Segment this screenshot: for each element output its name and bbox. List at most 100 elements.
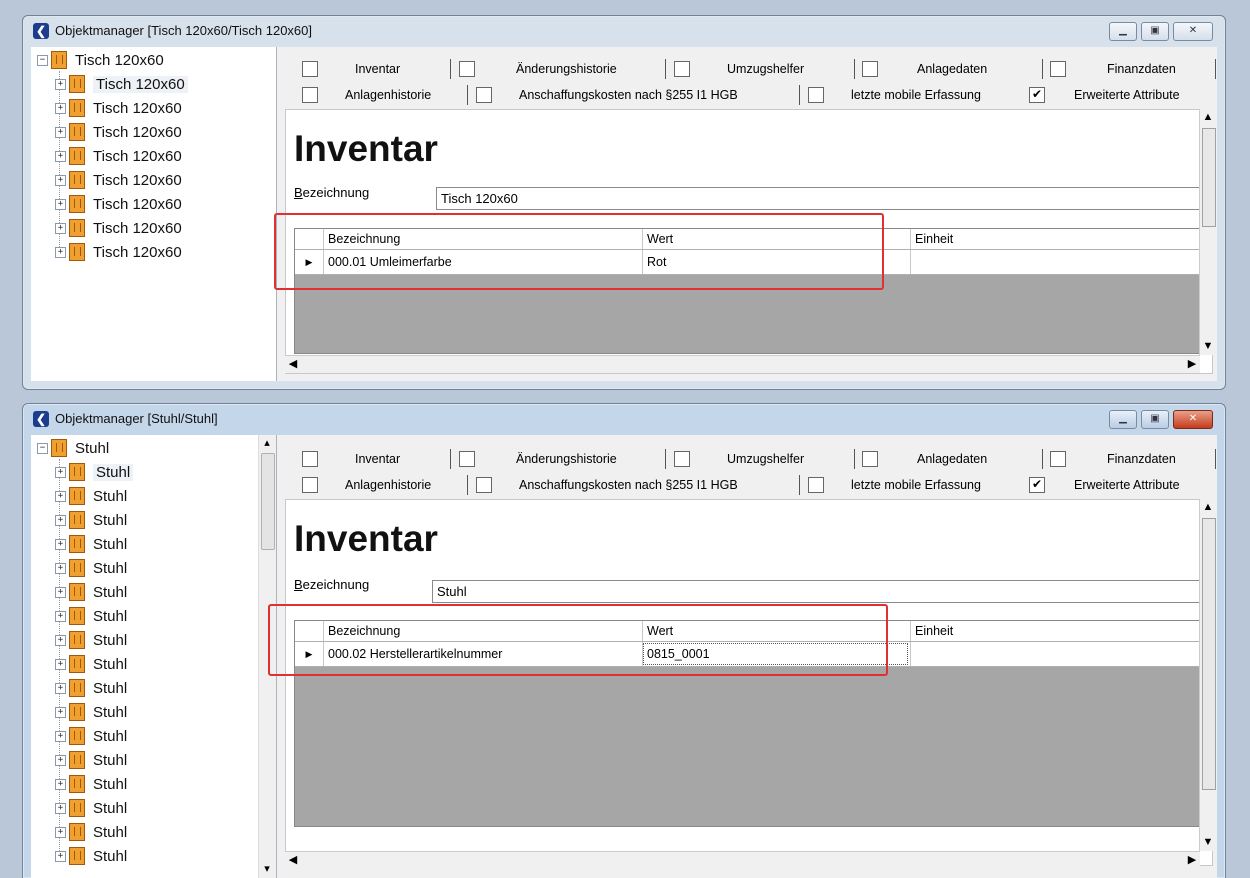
column-header-einheit[interactable]: Einheit bbox=[910, 229, 1211, 249]
tree-item[interactable]: + Stuhl bbox=[55, 509, 127, 531]
object-tree[interactable]: ▴ ▾ − Stuhl + Stuhl + Stuhl + Stuhl + Stuhl + Stuhl… bbox=[31, 435, 277, 878]
tree-item[interactable]: + Tisch 120x60 bbox=[55, 193, 182, 215]
horizontal-scrollbar[interactable]: ◀ ▶ bbox=[285, 851, 1200, 869]
tree-expand-icon[interactable]: + bbox=[55, 826, 66, 838]
tree-expand-icon[interactable]: + bbox=[55, 634, 66, 646]
tab-r2-3[interactable]: ✔ Erweiterte Attribute bbox=[1029, 473, 1180, 497]
minimize-button[interactable]: ▁ bbox=[1109, 22, 1137, 41]
checkbox-checked-icon[interactable]: ✔ bbox=[1029, 477, 1045, 493]
tree-expand-icon[interactable]: + bbox=[55, 246, 66, 258]
checkbox-icon[interactable] bbox=[302, 87, 318, 103]
tab-r1-3[interactable]: Anlagedaten bbox=[862, 57, 987, 81]
tab-r1-0[interactable]: Inventar bbox=[302, 57, 400, 81]
tree-item[interactable]: + Stuhl bbox=[55, 533, 127, 555]
tree-expand-icon[interactable]: + bbox=[55, 174, 66, 186]
tree-item[interactable]: + Stuhl bbox=[55, 557, 127, 579]
checkbox-icon[interactable] bbox=[459, 61, 475, 77]
tree-expand-icon[interactable]: + bbox=[55, 730, 66, 742]
tree-item[interactable]: + Stuhl bbox=[55, 629, 127, 651]
tree-item[interactable]: + Tisch 120x60 bbox=[55, 169, 182, 191]
minimize-button[interactable]: ▁ bbox=[1109, 410, 1137, 429]
checkbox-checked-icon[interactable]: ✔ bbox=[1029, 87, 1045, 103]
tree-expand-icon[interactable]: + bbox=[55, 78, 66, 90]
bezeichnung-input[interactable]: Stuhl bbox=[432, 580, 1212, 603]
maximize-button[interactable]: ▣ bbox=[1141, 22, 1169, 41]
tab-r2-1[interactable]: Anschaffungskosten nach §255 I1 HGB bbox=[476, 473, 738, 497]
tree-expand-icon[interactable]: + bbox=[55, 802, 66, 814]
tree-expand-icon[interactable]: + bbox=[55, 610, 66, 622]
object-tree[interactable]: − Tisch 120x60 + Tisch 120x60 + Tisch 120x60 +… bbox=[31, 47, 277, 381]
scroll-up-icon[interactable]: ▲ bbox=[1200, 499, 1216, 516]
scroll-left-icon[interactable]: ◀ bbox=[285, 852, 301, 869]
checkbox-icon[interactable] bbox=[674, 451, 690, 467]
scroll-right-icon[interactable]: ▶ bbox=[1184, 852, 1200, 869]
tree-expand-icon[interactable]: + bbox=[55, 682, 66, 694]
maximize-button[interactable]: ▣ bbox=[1141, 410, 1169, 429]
tab-r1-4[interactable]: Finanzdaten bbox=[1050, 57, 1176, 81]
tree-collapse-icon[interactable]: − bbox=[37, 442, 48, 454]
scroll-up-icon[interactable]: ▲ bbox=[1200, 109, 1216, 126]
tree-item[interactable]: + Stuhl bbox=[55, 773, 127, 795]
tab-r1-1[interactable]: Änderungshistorie bbox=[459, 447, 617, 471]
window-titlebar[interactable]: ❮ Objektmanager [Tisch 120x60/Tisch 120x… bbox=[23, 16, 1225, 46]
scrollbar-thumb[interactable] bbox=[261, 453, 275, 550]
tree-expand-icon[interactable]: + bbox=[55, 466, 66, 478]
tree-expand-icon[interactable]: + bbox=[55, 562, 66, 574]
tree-item[interactable]: + Tisch 120x60 bbox=[55, 73, 188, 95]
scroll-down-icon[interactable]: ▾ bbox=[259, 861, 275, 878]
tab-r1-3[interactable]: Anlagedaten bbox=[862, 447, 987, 471]
tree-item[interactable]: + Stuhl bbox=[55, 605, 127, 627]
horizontal-scrollbar[interactable]: ◀ ▶ bbox=[285, 355, 1200, 373]
tree-item[interactable]: + Stuhl bbox=[55, 461, 134, 483]
column-header-einheit[interactable]: Einheit bbox=[910, 621, 1211, 641]
tree-root[interactable]: − Tisch 120x60 bbox=[37, 49, 164, 71]
checkbox-icon[interactable] bbox=[476, 477, 492, 493]
checkbox-icon[interactable] bbox=[862, 451, 878, 467]
scrollbar-thumb[interactable] bbox=[1202, 518, 1216, 790]
checkbox-icon[interactable] bbox=[302, 451, 318, 467]
checkbox-icon[interactable] bbox=[1050, 61, 1066, 77]
checkbox-icon[interactable] bbox=[1050, 451, 1066, 467]
tab-r2-0[interactable]: Anlagenhistorie bbox=[302, 473, 431, 497]
checkbox-icon[interactable] bbox=[459, 451, 475, 467]
tree-expand-icon[interactable]: + bbox=[55, 102, 66, 114]
tree-item[interactable]: + Tisch 120x60 bbox=[55, 145, 182, 167]
tree-item[interactable]: + Stuhl bbox=[55, 701, 127, 723]
tab-r1-2[interactable]: Umzugshelfer bbox=[674, 447, 804, 471]
tree-item[interactable]: + Stuhl bbox=[55, 845, 127, 867]
scroll-right-icon[interactable]: ▶ bbox=[1184, 356, 1200, 373]
checkbox-icon[interactable] bbox=[808, 87, 824, 103]
tree-collapse-icon[interactable]: − bbox=[37, 54, 48, 66]
tree-item[interactable]: + Stuhl bbox=[55, 749, 127, 771]
tree-item[interactable]: + Tisch 120x60 bbox=[55, 241, 182, 263]
checkbox-icon[interactable] bbox=[302, 61, 318, 77]
tree-item[interactable]: + Tisch 120x60 bbox=[55, 217, 182, 239]
tab-r2-2[interactable]: letzte mobile Erfassung bbox=[808, 473, 981, 497]
tree-expand-icon[interactable]: + bbox=[55, 850, 66, 862]
cell-einheit[interactable] bbox=[910, 250, 1211, 274]
vertical-scrollbar[interactable]: ▲ ▼ bbox=[1199, 109, 1217, 355]
tree-item[interactable]: + Stuhl bbox=[55, 725, 127, 747]
tree-expand-icon[interactable]: + bbox=[55, 538, 66, 550]
scroll-left-icon[interactable]: ◀ bbox=[285, 356, 301, 373]
tree-expand-icon[interactable]: + bbox=[55, 754, 66, 766]
checkbox-icon[interactable] bbox=[862, 61, 878, 77]
scrollbar-thumb[interactable] bbox=[1202, 128, 1216, 227]
tab-r1-1[interactable]: Änderungshistorie bbox=[459, 57, 617, 81]
tab-r1-2[interactable]: Umzugshelfer bbox=[674, 57, 804, 81]
tree-expand-icon[interactable]: + bbox=[55, 778, 66, 790]
window-titlebar[interactable]: ❮ Objektmanager [Stuhl/Stuhl] ▁ ▣ ✕ bbox=[23, 404, 1225, 434]
scroll-down-icon[interactable]: ▼ bbox=[1200, 338, 1216, 355]
tab-r1-4[interactable]: Finanzdaten bbox=[1050, 447, 1176, 471]
bezeichnung-input[interactable]: Tisch 120x60 bbox=[436, 187, 1212, 210]
tree-expand-icon[interactable]: + bbox=[55, 198, 66, 210]
tab-r2-3[interactable]: ✔ Erweiterte Attribute bbox=[1029, 83, 1180, 107]
scroll-up-icon[interactable]: ▴ bbox=[259, 435, 275, 452]
close-button[interactable]: ✕ bbox=[1173, 410, 1213, 429]
tree-item[interactable]: + Stuhl bbox=[55, 677, 127, 699]
tree-expand-icon[interactable]: + bbox=[55, 490, 66, 502]
tree-expand-icon[interactable]: + bbox=[55, 658, 66, 670]
close-button[interactable]: ✕ bbox=[1173, 22, 1213, 41]
tree-item[interactable]: + Stuhl bbox=[55, 821, 127, 843]
tree-item[interactable]: + Tisch 120x60 bbox=[55, 97, 182, 119]
